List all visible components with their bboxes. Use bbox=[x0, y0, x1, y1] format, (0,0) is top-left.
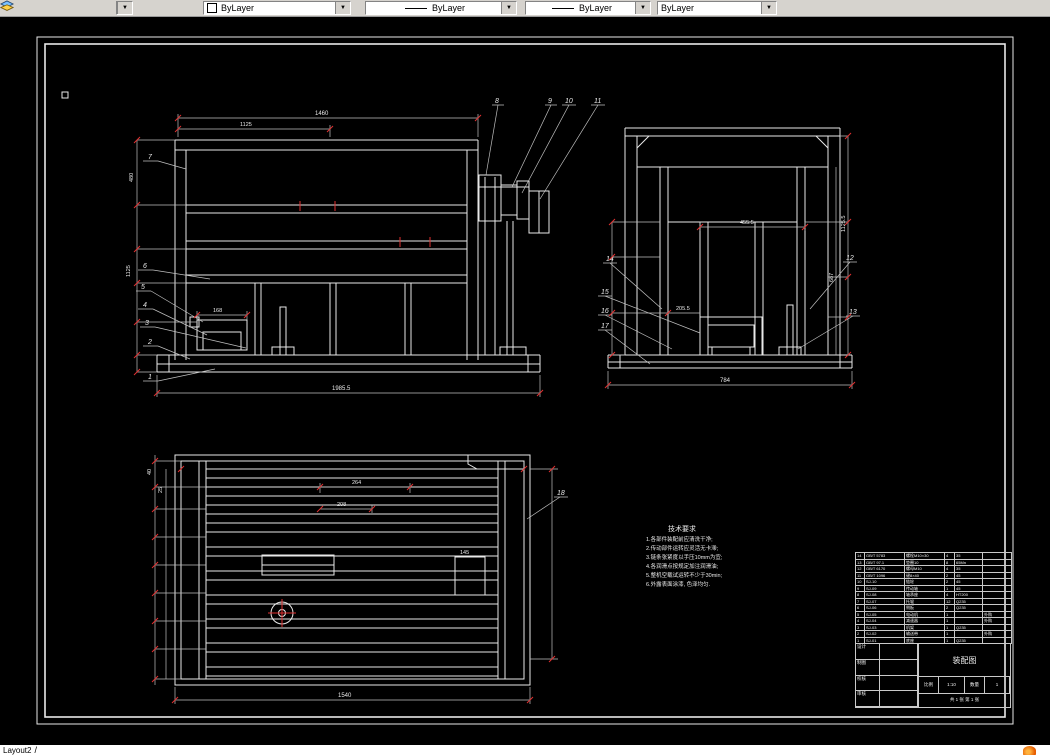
lineweight-line-icon bbox=[551, 7, 574, 9]
plan-view: 264 208 145 1540 40 25 18 bbox=[147, 454, 568, 704]
callout-number: 1 bbox=[148, 374, 152, 381]
dim-text: 1985.5 bbox=[332, 386, 351, 392]
callout-number: 4 bbox=[143, 302, 147, 309]
bom-cell: 1 bbox=[855, 636, 865, 644]
field-value bbox=[880, 644, 918, 660]
note-line: 2.传动部件运转应灵活无卡滞; bbox=[646, 544, 719, 552]
dim-text: 168 bbox=[213, 308, 222, 314]
linetype-control[interactable]: ByLayer bbox=[365, 1, 517, 15]
cad-application: ByLayer ByLayer ByLayer ByLayer bbox=[0, 0, 1050, 755]
scale-value: 1:10 bbox=[939, 677, 965, 693]
dim-text: 145 bbox=[460, 550, 469, 556]
callout-number: 6 bbox=[143, 263, 147, 270]
lineweight-control[interactable]: ByLayer bbox=[525, 1, 651, 15]
drawing-area[interactable]: 1460 1125 1985.5 168 480 1125 7 6 5 4 3 … bbox=[0, 17, 1050, 745]
dim-text: 25 bbox=[158, 487, 164, 493]
callout-number: 16 bbox=[601, 308, 609, 315]
callout-number: 10 bbox=[565, 98, 573, 105]
bom-table: 14 GB/T 5783 螺栓M10×30 4 35 13 GB/T 97.1 垫圈10 8 65… bbox=[855, 552, 1012, 644]
scale-label: 比例 bbox=[919, 677, 939, 693]
bom-row: 1 SJ-01 底座 1 Q235 bbox=[855, 636, 1012, 644]
note-line: 3.链条张紧度以手压10mm为宜; bbox=[646, 553, 723, 561]
callout-number: 3 bbox=[145, 320, 149, 327]
tab-edge bbox=[31, 745, 37, 755]
side-view: 1460 1125 1985.5 168 480 1125 7 6 5 4 3 … bbox=[126, 98, 605, 397]
color-swatch-icon bbox=[207, 3, 217, 13]
layer-combo[interactable] bbox=[116, 1, 133, 15]
dim-text: 1540 bbox=[338, 693, 352, 699]
qty-label: 数量 bbox=[965, 677, 985, 693]
callout-number: 17 bbox=[601, 323, 610, 330]
plotstyle-control[interactable]: ByLayer bbox=[657, 1, 777, 15]
callout-number: 7 bbox=[148, 154, 153, 161]
callout-number: 18 bbox=[557, 490, 565, 497]
lineweight-control-value: ByLayer bbox=[578, 3, 613, 13]
chevron-down-icon[interactable] bbox=[117, 2, 132, 14]
color-control[interactable]: ByLayer bbox=[203, 1, 351, 15]
dim-text: 264 bbox=[352, 480, 361, 486]
dim-text: 1125 bbox=[126, 265, 132, 277]
layers-button[interactable] bbox=[0, 0, 155, 16]
dim-text: 480 bbox=[129, 173, 135, 182]
bom-table-body: 14 GB/T 5783 螺栓M10×30 4 35 13 GB/T 97.1 垫圈10 8 65… bbox=[855, 552, 1012, 644]
chevron-down-icon[interactable] bbox=[635, 2, 650, 14]
callout-number: 12 bbox=[846, 255, 854, 262]
plotstyle-control-value: ByLayer bbox=[661, 3, 695, 13]
dim-text: 455.5 bbox=[740, 220, 754, 226]
layout-tab-bar: Layout2 bbox=[0, 745, 1050, 755]
dim-text: 784 bbox=[720, 378, 731, 384]
note-line: 4.各润滑点按规定加注润滑油; bbox=[646, 562, 719, 570]
field-label: 制图 bbox=[856, 659, 880, 676]
field-value bbox=[880, 691, 918, 707]
color-control-value: ByLayer bbox=[221, 3, 255, 13]
field-value bbox=[880, 659, 918, 676]
drawing-meta: 比例 1:10 数量 1 bbox=[919, 677, 1010, 694]
chevron-down-icon[interactable] bbox=[761, 2, 776, 14]
callout-number: 9 bbox=[548, 98, 552, 105]
note-line: 6.外露表面涂漆, 色泽均匀. bbox=[646, 580, 711, 588]
title-block-lower: 设计 制图 校核 审核 装配图 比例 1:10 数量 1 共 1 张 第 1 张 bbox=[855, 644, 1011, 708]
frame-marker bbox=[61, 91, 69, 99]
bom-cell: 1 bbox=[944, 636, 955, 644]
layout2-tab[interactable]: Layout2 bbox=[3, 746, 31, 755]
title-block-right: 装配图 比例 1:10 数量 1 共 1 张 第 1 张 bbox=[919, 644, 1010, 707]
callout-number: 2 bbox=[147, 339, 152, 346]
dim-text: 1125 bbox=[240, 122, 252, 128]
callout-number: 8 bbox=[495, 98, 499, 105]
field-label: 设计 bbox=[856, 644, 880, 660]
dim-text: 208 bbox=[337, 502, 346, 508]
chevron-down-icon[interactable] bbox=[501, 2, 516, 14]
title-block: 14 GB/T 5783 螺栓M10×30 4 35 13 GB/T 97.1 垫圈10 8 65… bbox=[855, 552, 1012, 708]
callout-number: 5 bbox=[141, 284, 145, 291]
bom-cell: Q235 bbox=[954, 636, 983, 644]
note-line: 1.各部件装配前应清洗干净; bbox=[646, 535, 713, 543]
layer-previous-button[interactable] bbox=[0, 0, 177, 16]
sheet-info: 共 1 张 第 1 张 bbox=[949, 697, 980, 702]
qty-value: 1 bbox=[985, 677, 1010, 693]
bom-cell: SJ-01 bbox=[864, 636, 905, 644]
end-view: 784 455.5 205.5 1125.5 687 12 13 14 15 1… bbox=[598, 127, 860, 389]
dim-text: 205.5 bbox=[676, 306, 690, 312]
notes-title: 技术要求 bbox=[668, 524, 696, 533]
dim-text: 40 bbox=[147, 469, 153, 475]
technical-notes: 技术要求 1.各部件装配前应清洗干净; 2.传动部件运转应灵活无卡滞; 3.链条… bbox=[646, 524, 723, 588]
bom-cell: 底座 bbox=[904, 636, 945, 644]
chevron-down-icon[interactable] bbox=[335, 2, 350, 14]
dim-text: 1460 bbox=[315, 111, 329, 117]
linetype-control-value: ByLayer bbox=[431, 3, 466, 13]
taskbar-logo-icon bbox=[1023, 746, 1036, 755]
callout-number: 15 bbox=[601, 289, 609, 296]
linetype-line-icon bbox=[404, 7, 427, 9]
field-label: 审核 bbox=[856, 691, 880, 707]
field-label: 校核 bbox=[856, 675, 880, 692]
callout-number: 11 bbox=[594, 98, 601, 105]
layer-previous-icon bbox=[0, 0, 14, 11]
bom-cell bbox=[982, 636, 1012, 644]
signature-grid: 设计 制图 校核 审核 bbox=[856, 644, 919, 707]
properties-toolbar: ByLayer ByLayer ByLayer ByLayer bbox=[0, 0, 1050, 17]
note-line: 5.整机空载试运转不少于30min; bbox=[646, 571, 723, 579]
drawing-name: 装配图 bbox=[919, 644, 1010, 677]
field-value bbox=[880, 675, 918, 692]
